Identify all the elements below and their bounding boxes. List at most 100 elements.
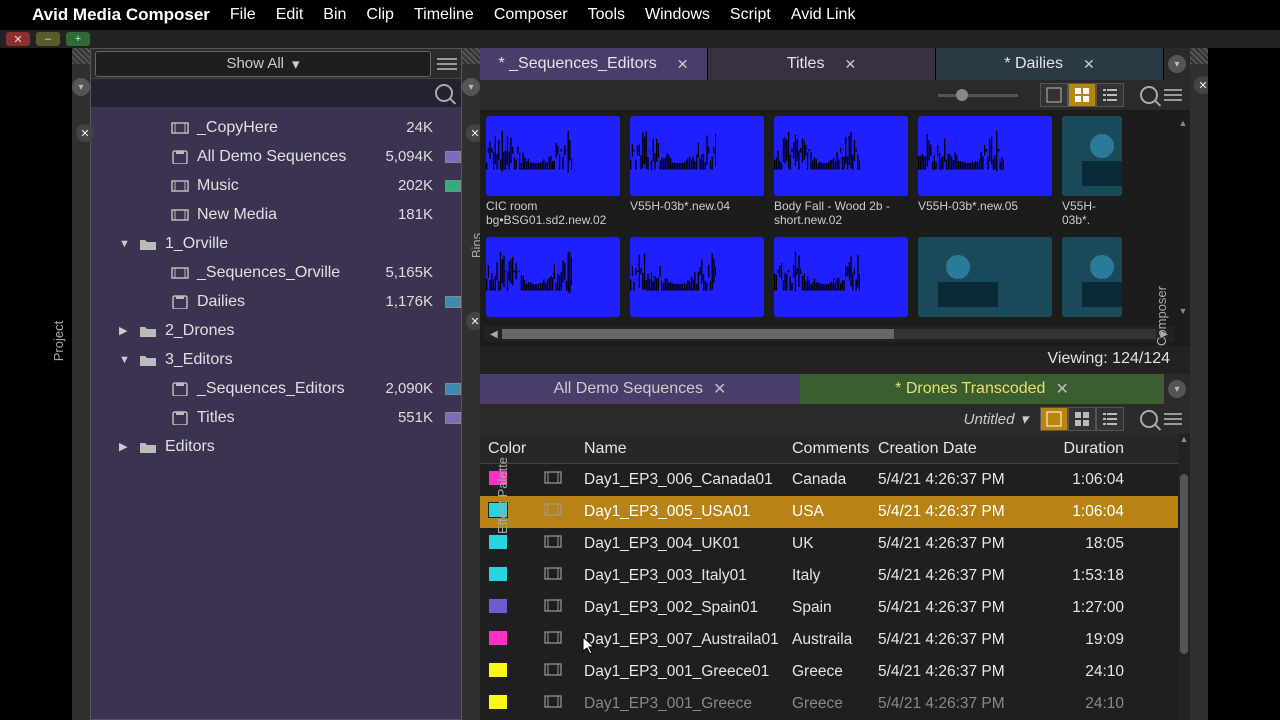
- clip-thumbnail[interactable]: V55H-03b*.new.05: [918, 116, 1052, 229]
- tab-drones-transcoded[interactable]: * Drones Transcoded✕: [800, 374, 1164, 404]
- tab-menu-button[interactable]: ▾: [1164, 48, 1190, 80]
- list-view-button[interactable]: [1096, 407, 1124, 431]
- clip-thumbnail[interactable]: [630, 237, 764, 317]
- tree-item[interactable]: Music202K: [91, 171, 461, 200]
- menu-windows[interactable]: Windows: [645, 6, 710, 24]
- close-icon[interactable]: ✕: [1083, 56, 1095, 73]
- thumbnail-size-slider[interactable]: [938, 94, 1018, 97]
- bins-strip[interactable]: ▾ ✕ Bins ✕ Effect Palette: [462, 48, 480, 720]
- close-icon[interactable]: ✕: [713, 379, 726, 399]
- filter-dropdown[interactable]: Show All ▾: [95, 51, 431, 77]
- menu-clip[interactable]: Clip: [366, 6, 394, 24]
- clip-label: CIC room bg•BSG01.sd2.new.02: [486, 199, 620, 229]
- menu-file[interactable]: File: [230, 6, 256, 24]
- tree-item[interactable]: _Sequences_Editors2,090K: [91, 374, 461, 403]
- header-name[interactable]: Name: [576, 440, 784, 458]
- project-menu-icon[interactable]: ▾: [72, 78, 90, 96]
- table-row[interactable]: Day1_EP3_003_Italy01Italy5/4/21 4:26:37 …: [480, 560, 1178, 592]
- vertical-scrollbar[interactable]: ▲: [1178, 434, 1190, 720]
- list-view-button[interactable]: [1096, 83, 1124, 107]
- tab-all-demo-sequences[interactable]: All Demo Sequences✕: [480, 374, 800, 404]
- disclosure-triangle[interactable]: ▼: [119, 238, 131, 250]
- scroll-up-arrow[interactable]: ▲: [1178, 118, 1188, 128]
- clip-thumbnail[interactable]: V55H-03b*.: [1062, 116, 1122, 229]
- project-close-icon[interactable]: ✕: [76, 124, 94, 142]
- frame-view-button[interactable]: [1040, 83, 1068, 107]
- disclosure-triangle[interactable]: ▶: [119, 440, 131, 453]
- header-color[interactable]: Color: [480, 440, 536, 458]
- tree-item[interactable]: New Media181K: [91, 200, 461, 229]
- table-row[interactable]: Day1_EP3_002_Spain01Spain5/4/21 4:26:37 …: [480, 592, 1178, 624]
- tree-item[interactable]: Dailies1,176K: [91, 287, 461, 316]
- clip-icon: [536, 599, 576, 617]
- new-tab-button[interactable]: +: [66, 32, 90, 46]
- close-icon[interactable]: ✕: [1055, 379, 1068, 399]
- composer-strip[interactable]: ✕ Composer: [1190, 48, 1208, 720]
- tab-titles[interactable]: Titles✕: [708, 48, 936, 80]
- thumbnails-area[interactable]: CIC room bg•BSG01.sd2.new.02 V55H-03b*.ne…: [480, 110, 1190, 346]
- search-icon[interactable]: [1140, 410, 1158, 428]
- scroll-left-arrow[interactable]: ◀: [490, 329, 498, 340]
- app-name[interactable]: Avid Media Composer: [32, 5, 210, 25]
- menu-timeline[interactable]: Timeline: [414, 6, 474, 24]
- minimize-tab-button[interactable]: –: [36, 32, 60, 46]
- close-icon[interactable]: ✕: [677, 56, 689, 73]
- panel-menu-icon[interactable]: [1164, 409, 1182, 429]
- bin-view-dropdown[interactable]: Untitled▾: [964, 410, 1028, 428]
- clip-duration: 18:05: [1040, 535, 1132, 553]
- tab-sequences-editors[interactable]: * _Sequences_Editors✕: [480, 48, 708, 80]
- menu-edit[interactable]: Edit: [276, 6, 304, 24]
- table-row[interactable]: Day1_EP3_007_Austraila01Austraila5/4/21 …: [480, 624, 1178, 656]
- thumbnail-view-button[interactable]: [1068, 407, 1096, 431]
- item-size: 202K: [379, 177, 437, 194]
- clip-label: Body Fall - Wood 2b - short.new.02: [774, 199, 908, 229]
- menu-bin[interactable]: Bin: [323, 6, 346, 24]
- menu-tools[interactable]: Tools: [588, 6, 625, 24]
- clip-thumbnail[interactable]: [486, 237, 620, 317]
- table-row[interactable]: Day1_EP3_004_UK01UK5/4/21 4:26:37 PM18:0…: [480, 528, 1178, 560]
- clip-thumbnail[interactable]: Body Fall - Wood 2b - short.new.02: [774, 116, 908, 229]
- project-strip[interactable]: ▾ ✕ Project: [72, 48, 90, 720]
- item-name: All Demo Sequences: [197, 148, 371, 166]
- clip-thumbnail[interactable]: [918, 237, 1052, 317]
- thumbnail-view-button[interactable]: [1068, 83, 1096, 107]
- header-duration[interactable]: Duration: [1040, 440, 1132, 458]
- tree-item[interactable]: ▶Editors: [91, 432, 461, 461]
- header-comments[interactable]: Comments: [784, 440, 870, 458]
- tree-item[interactable]: _Sequences_Orville5,165K: [91, 258, 461, 287]
- frame-view-button[interactable]: [1040, 407, 1068, 431]
- clip-duration: 1:53:18: [1040, 567, 1132, 585]
- bins-menu-icon[interactable]: ▾: [462, 78, 480, 96]
- menu-avidlink[interactable]: Avid Link: [791, 6, 856, 24]
- tab-dailies[interactable]: * Dailies✕: [936, 48, 1164, 80]
- menu-script[interactable]: Script: [730, 6, 771, 24]
- tree-item[interactable]: ▼3_Editors: [91, 345, 461, 374]
- clip-thumbnail[interactable]: V55H-03b*.new.04: [630, 116, 764, 229]
- close-tab-button[interactable]: ✕: [6, 32, 30, 46]
- table-row[interactable]: Day1_EP3_001_Greece01Greece5/4/21 4:26:3…: [480, 656, 1178, 688]
- table-row[interactable]: Day1_EP3_006_Canada01Canada5/4/21 4:26:3…: [480, 464, 1178, 496]
- clip-thumbnail[interactable]: [774, 237, 908, 317]
- tree-item[interactable]: ▶2_Drones: [91, 316, 461, 345]
- close-icon[interactable]: ✕: [844, 56, 856, 73]
- search-icon[interactable]: [435, 84, 453, 102]
- project-tree[interactable]: _CopyHere24KAll Demo Sequences5,094KMusi…: [91, 107, 461, 719]
- panel-menu-icon[interactable]: [437, 54, 457, 74]
- project-label: Project: [51, 321, 137, 361]
- table-header[interactable]: Color Name Comments Creation Date Durati…: [480, 434, 1178, 464]
- tree-item[interactable]: _CopyHere24K: [91, 113, 461, 142]
- color-swatch: [445, 383, 461, 395]
- tree-item[interactable]: ▼1_Orville: [91, 229, 461, 258]
- search-icon[interactable]: [1140, 86, 1158, 104]
- tree-item[interactable]: All Demo Sequences5,094K: [91, 142, 461, 171]
- header-creation-date[interactable]: Creation Date: [870, 440, 1040, 458]
- menu-composer[interactable]: Composer: [494, 6, 568, 24]
- table-row[interactable]: Day1_EP3_001_GreeceGreece5/4/21 4:26:37 …: [480, 688, 1178, 720]
- panel-menu-icon[interactable]: [1164, 85, 1182, 105]
- tree-item[interactable]: Titles551K: [91, 403, 461, 432]
- table-row[interactable]: Day1_EP3_005_USA01USA5/4/21 4:26:37 PM1:…: [480, 496, 1178, 528]
- tab-menu-button[interactable]: ▾: [1164, 374, 1190, 404]
- horizontal-scrollbar[interactable]: ◀ ▶: [484, 326, 1174, 342]
- clip-thumbnail[interactable]: CIC room bg•BSG01.sd2.new.02: [486, 116, 620, 229]
- clip-thumbnail[interactable]: [1062, 237, 1122, 317]
